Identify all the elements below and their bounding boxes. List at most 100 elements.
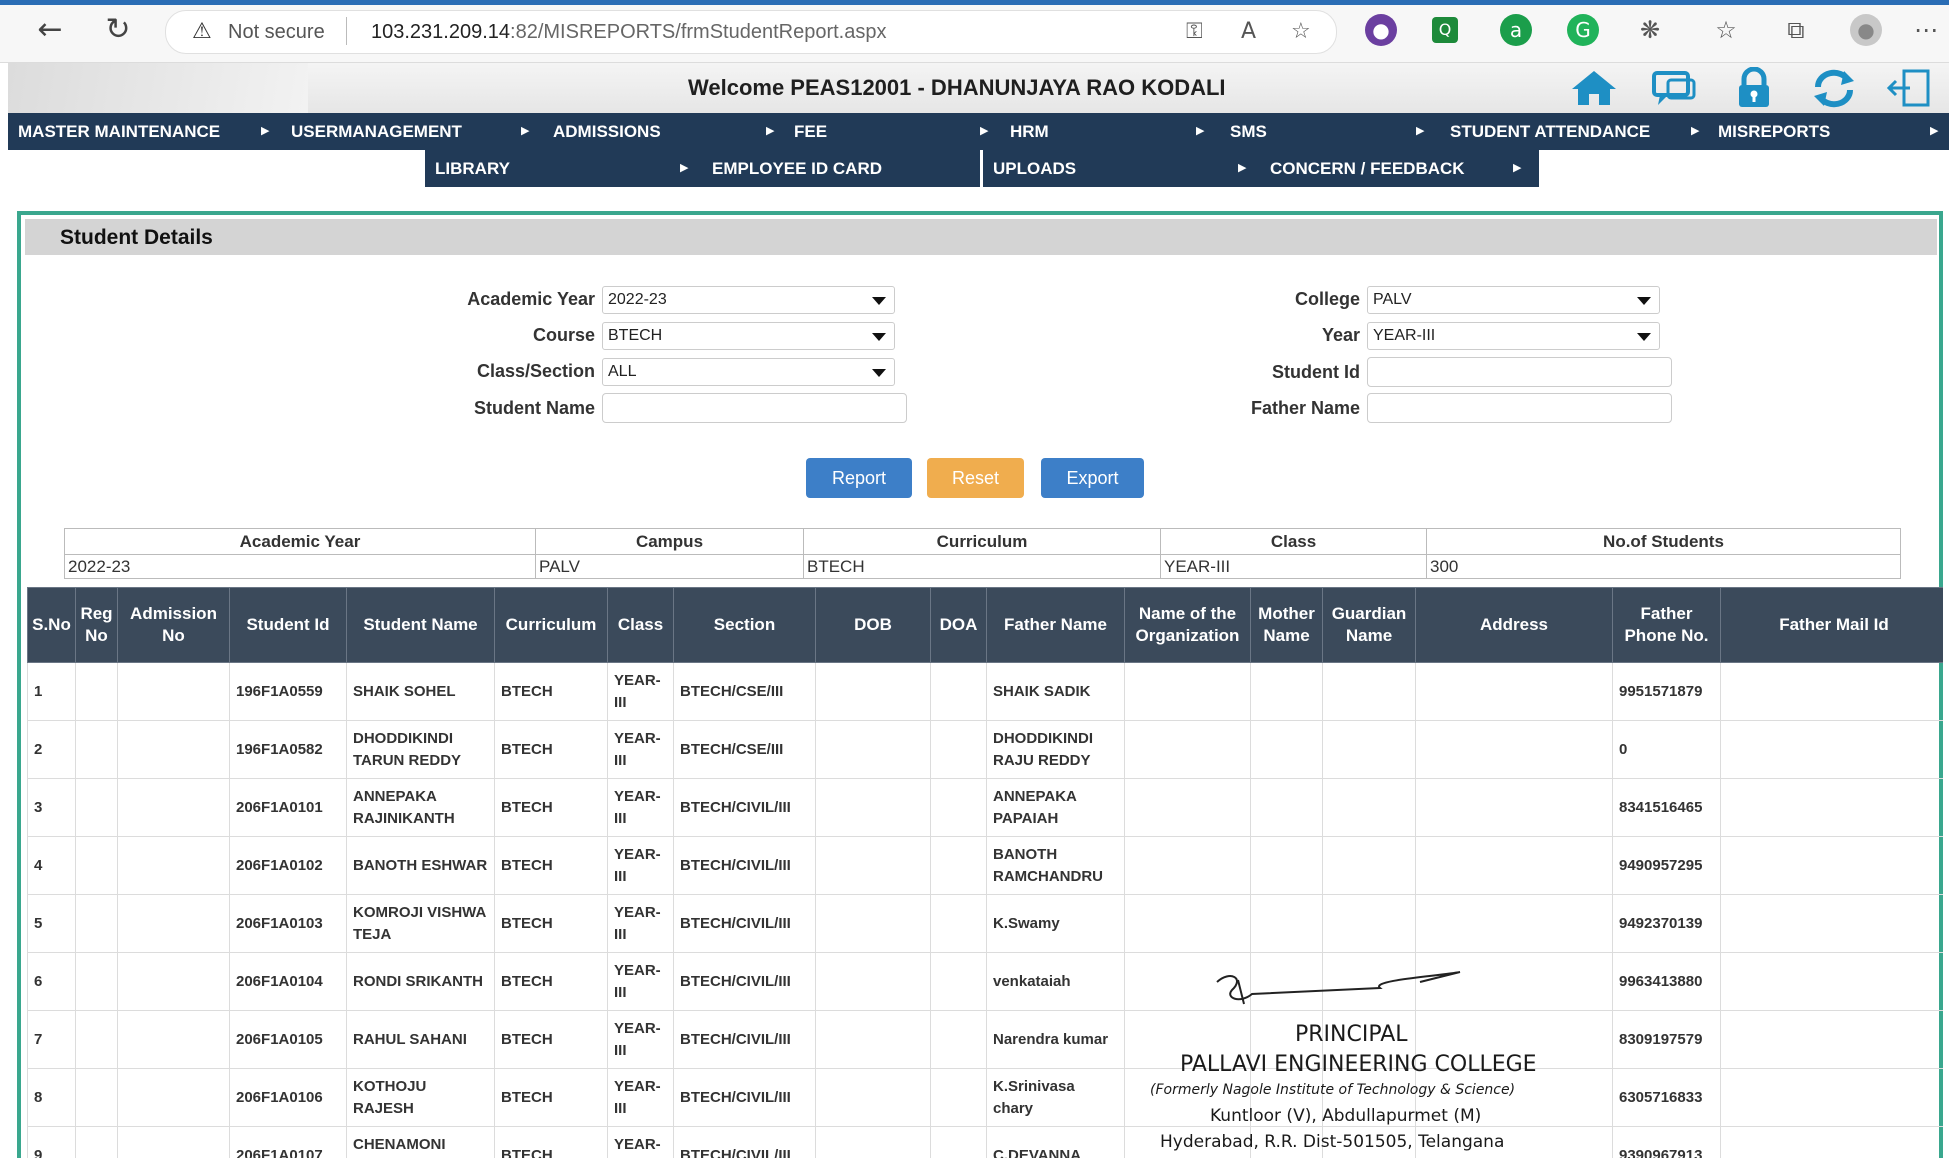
url-text[interactable]: 103.231.209.14:82/MISREPORTS/frmStudentR…: [371, 21, 886, 44]
favorites-icon[interactable]: ☆: [1710, 14, 1742, 46]
table-cell: [1415, 720, 1613, 779]
profile-avatar-icon[interactable]: ●: [1850, 14, 1882, 46]
export-button[interactable]: Export: [1041, 458, 1144, 498]
summary-value-cell: 2022-23: [64, 554, 536, 579]
grid-column-header[interactable]: Admission No: [117, 587, 230, 663]
read-aloud-icon[interactable]: A: [1241, 19, 1256, 44]
grid-column-header[interactable]: Student Id: [229, 587, 347, 663]
refresh-icon[interactable]: ↻: [100, 12, 136, 48]
table-cell: 206F1A0101: [229, 778, 347, 837]
more-menu-icon[interactable]: ⋯: [1910, 14, 1942, 46]
college-select[interactable]: PALV: [1367, 286, 1660, 314]
menu-employee-id-card[interactable]: EMPLOYEE ID CARD: [712, 150, 882, 187]
student-grid-container[interactable]: S.No Reg No Admission No Student Id Student …: [27, 587, 1943, 1158]
table-row[interactable]: 6 206F1A0104 RONDI SRIKANTH BTECH YEAR-III BT…: [27, 952, 1943, 1011]
class-section-select[interactable]: ALL: [602, 358, 895, 386]
extensions-icon[interactable]: ❋: [1634, 14, 1666, 46]
report-button[interactable]: Report: [806, 458, 912, 498]
grid-column-header[interactable]: Class: [607, 587, 674, 663]
menu-admissions[interactable]: ADMISSIONS: [553, 113, 661, 150]
table-cell: BTECH/CIVIL/III: [673, 952, 816, 1011]
grid-column-header[interactable]: Address: [1415, 587, 1613, 663]
table-cell: YEAR-III: [607, 662, 674, 721]
home-icon[interactable]: [1568, 67, 1620, 109]
lock-icon[interactable]: [1728, 67, 1780, 109]
table-cell: [815, 1010, 931, 1069]
extension-purple-icon[interactable]: ●: [1365, 14, 1397, 46]
grid-column-header[interactable]: Section: [673, 587, 816, 663]
grammarly-icon[interactable]: G: [1567, 14, 1599, 46]
course-select[interactable]: BTECH: [602, 322, 895, 350]
grid-column-header[interactable]: Student Name: [346, 587, 495, 663]
reset-button[interactable]: Reset: [927, 458, 1024, 498]
menu-hrm[interactable]: HRM: [1010, 113, 1049, 150]
table-cell: 8: [27, 1068, 76, 1127]
grid-column-header[interactable]: DOA: [930, 587, 987, 663]
table-cell: [1250, 1068, 1323, 1127]
menu-uploads[interactable]: UPLOADS: [993, 150, 1076, 187]
chat-icon[interactable]: [1648, 67, 1700, 109]
table-row[interactable]: 8 206F1A0106 KOTHOJU RAJESH BTECH YEAR-III BT…: [27, 1068, 1943, 1127]
table-cell: [1720, 720, 1943, 779]
menu-library[interactable]: LIBRARY: [435, 150, 510, 187]
menu-master-maintenance[interactable]: MASTER MAINTENANCE: [18, 113, 220, 150]
table-cell: BTECH/CIVIL/III: [673, 1068, 816, 1127]
table-cell: [117, 1068, 230, 1127]
grid-column-header[interactable]: S.No: [27, 587, 76, 663]
favorite-add-icon[interactable]: ☆: [1291, 19, 1311, 44]
year-select[interactable]: YEAR-III: [1367, 322, 1660, 350]
table-row[interactable]: 5 206F1A0103 KOMROJI VISHWA TEJA BTECH YEAR-…: [27, 894, 1943, 953]
grid-column-header[interactable]: Mother Name: [1250, 587, 1323, 663]
table-cell: [1124, 952, 1251, 1011]
summary-header-cell: Class: [1160, 528, 1427, 555]
table-cell: SHAIK SOHEL: [346, 662, 495, 721]
summary-header-cell: Campus: [535, 528, 804, 555]
grid-column-header[interactable]: Reg No: [75, 587, 118, 663]
menu-usermanagement[interactable]: USERMANAGEMENT: [291, 113, 462, 150]
grid-column-header[interactable]: DOB: [815, 587, 931, 663]
grid-column-header[interactable]: Father Mail Id: [1720, 587, 1943, 663]
table-cell: [815, 952, 931, 1011]
menu-concern-feedback[interactable]: CONCERN / FEEDBACK: [1270, 150, 1465, 187]
grid-column-header[interactable]: Father Phone No.: [1612, 587, 1721, 663]
grid-column-header[interactable]: Father Name: [986, 587, 1125, 663]
menu-misreports[interactable]: MISREPORTS: [1718, 113, 1830, 150]
grid-column-header[interactable]: Guardian Name: [1322, 587, 1416, 663]
table-row[interactable]: 4 206F1A0102 BANOTH ESHWAR BTECH YEAR-III BTE…: [27, 836, 1943, 895]
menu-arrow-icon: ▶: [1196, 125, 1205, 137]
table-row[interactable]: 3 206F1A0101 ANNEPAKA RAJINIKANTH BTECH YEAR…: [27, 778, 1943, 837]
student-name-input[interactable]: [602, 393, 907, 423]
academic-year-select[interactable]: 2022-23: [602, 286, 895, 314]
table-row[interactable]: 9 206F1A0107CHENAMONI MANIKANTHBTECHYEAR-…: [27, 1126, 1943, 1158]
address-bar[interactable]: ⚠ Not secure 103.231.209.14:82/MISREPORT…: [165, 10, 1337, 54]
table-row[interactable]: 1 196F1A0559 SHAIK SOHEL BTECH YEAR-III BTECH…: [27, 662, 1943, 721]
browser-top-accent: [0, 0, 1949, 5]
collections-icon[interactable]: ⧉: [1780, 14, 1812, 46]
menu-sms[interactable]: SMS: [1230, 113, 1267, 150]
key-icon[interactable]: ⚿: [1186, 19, 1203, 44]
table-cell: [1720, 894, 1943, 953]
logout-icon[interactable]: [1884, 67, 1936, 109]
father-name-input[interactable]: [1367, 393, 1672, 423]
menu-student-attendance[interactable]: STUDENT ATTENDANCE: [1450, 113, 1650, 150]
table-cell: [1322, 1068, 1416, 1127]
table-cell: [117, 836, 230, 895]
table-cell: DHODDIKINDI TARUN REDDY: [346, 720, 495, 779]
back-icon[interactable]: ←: [32, 12, 68, 48]
grid-column-header[interactable]: Curriculum: [494, 587, 608, 663]
table-cell: venkataiah: [986, 952, 1125, 1011]
grid-column-header[interactable]: Name of the Organization: [1124, 587, 1251, 663]
menu-fee[interactable]: FEE: [794, 113, 827, 150]
sync-icon[interactable]: [1808, 67, 1860, 109]
table-cell: [1720, 662, 1943, 721]
extension-a-icon[interactable]: a: [1500, 14, 1532, 46]
summary-value-row: 2022-23 PALV BTECH YEAR-III 300: [64, 554, 1901, 579]
student-id-input[interactable]: [1367, 357, 1672, 387]
table-cell: [1415, 662, 1613, 721]
table-row[interactable]: 2 196F1A0582 DHODDIKINDI TARUN REDDY BTECH Y…: [27, 720, 1943, 779]
table-row[interactable]: 7 206F1A0105 RAHUL SAHANI BTECH YEAR-III BTEC…: [27, 1010, 1943, 1069]
table-cell: [930, 720, 987, 779]
table-cell: BTECH: [494, 778, 608, 837]
not-secure-label[interactable]: Not secure: [228, 21, 325, 44]
extension-q-icon[interactable]: Q: [1432, 17, 1458, 43]
